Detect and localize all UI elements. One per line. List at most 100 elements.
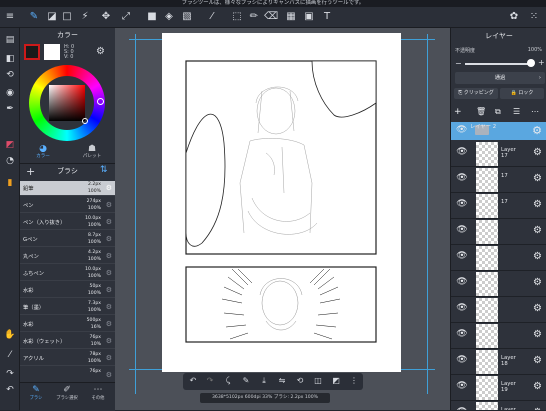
eraser-tool-icon[interactable]: ◪ <box>45 10 59 24</box>
eyedrop-quick-icon[interactable]: ⁄ <box>3 348 17 362</box>
layer-row[interactable]: 👁 ⚙ <box>451 219 546 245</box>
palette-icon[interactable]: ▮ <box>3 176 17 190</box>
transform-icon[interactable]: ⤢ <box>119 10 133 24</box>
gear-icon[interactable]: ⚙ <box>533 329 542 340</box>
opacity-plus-icon[interactable]: + <box>538 58 545 67</box>
gear-icon[interactable]: ⚙ <box>533 303 542 314</box>
brush-item[interactable]: 水彩（ウェット） 76px 10% ⚙ <box>20 334 115 350</box>
lock-button[interactable]: 🔒 ロック <box>500 88 544 99</box>
eye-icon[interactable]: 👁 <box>454 381 470 391</box>
grid-menu-icon[interactable]: ⁙ <box>527 10 541 24</box>
layer-row[interactable]: 👁 17 ⚙ <box>451 167 546 193</box>
menu-icon[interactable]: ≡ <box>3 10 17 24</box>
tab-color[interactable]: ◕ カラー <box>28 144 58 162</box>
magic-wand-icon[interactable]: ⚡ <box>78 10 92 24</box>
brush-item[interactable]: 鉛筆 2.2px 100% ⚙ <box>20 181 115 197</box>
pen-quick-icon[interactable]: ✎ <box>239 374 253 388</box>
brush-quick-icon[interactable]: ⤹ <box>221 374 235 388</box>
gear-icon[interactable]: ⚙ <box>533 355 542 366</box>
hue-wheel[interactable] <box>29 65 105 141</box>
eye-icon[interactable]: 👁 <box>454 277 470 287</box>
brush-tool-icon[interactable]: ✎ <box>27 10 41 24</box>
add-layer-icon[interactable]: + <box>454 107 462 117</box>
save-icon[interactable]: ⤓ <box>257 374 271 388</box>
opacity-minus-icon[interactable]: − <box>455 59 462 68</box>
gear-icon[interactable]: ⚙ <box>533 173 542 184</box>
move-tool-icon[interactable]: ✥ <box>99 10 113 24</box>
clipping-button[interactable]: ⎘ クリッピング <box>454 88 498 99</box>
rotate-icon[interactable]: ⟲ <box>293 374 307 388</box>
foreground-swatch[interactable] <box>24 44 40 60</box>
layer-row[interactable]: 👁 17 ⚙ <box>451 193 546 219</box>
layer-more-icon[interactable]: ⋯ <box>531 107 539 116</box>
redo-icon[interactable]: ↷ <box>3 367 17 381</box>
bucket-icon[interactable]: ◈ <box>162 10 176 24</box>
background-swatch[interactable] <box>44 44 60 60</box>
delete-layer-icon[interactable]: 🗑 <box>476 107 486 116</box>
history-icon[interactable]: ⟲ <box>3 68 17 82</box>
duplicate-layer-icon[interactable]: ⧉ <box>495 107 501 117</box>
redo-button-icon[interactable]: ↷ <box>203 374 217 388</box>
gear-icon[interactable]: ⚙ <box>533 251 542 262</box>
brush-item[interactable]: Gペン 8.7px 100% ⚙ <box>20 232 115 248</box>
tab-palette[interactable]: ☗ パレット <box>72 144 112 162</box>
file-icon[interactable]: ◧ <box>3 52 17 66</box>
undo-icon[interactable]: ↶ <box>3 383 17 397</box>
sv-handle[interactable] <box>82 118 88 124</box>
layer-row[interactable]: 👁 Layer 17 ⚙ <box>451 141 546 167</box>
gear-icon[interactable]: ⚙ <box>533 277 542 288</box>
brush-item[interactable]: ペン（入り抜き） 10.0px 100% ⚙ <box>20 215 115 231</box>
canvas-page[interactable] <box>162 33 401 372</box>
gear-icon[interactable]: ⚙ <box>533 147 542 158</box>
gear-icon[interactable]: ⚙ <box>533 381 542 392</box>
layer-row[interactable]: 👁 ⚙ <box>451 297 546 323</box>
materials-icon[interactable]: ✿ <box>507 10 521 24</box>
brush-item[interactable]: 水彩 500px 16% ⚙ <box>20 317 115 333</box>
eye-icon[interactable]: 👁 <box>454 355 470 365</box>
select-pen-icon[interactable]: ✏ <box>247 10 261 24</box>
layer-row[interactable]: 👁 ⚙ <box>451 323 546 349</box>
tab-other[interactable]: ⋯ その他 <box>84 385 112 401</box>
gear-icon[interactable]: ⚙ <box>106 184 112 192</box>
layer-row[interactable]: 👁 ⚙ <box>451 271 546 297</box>
image-icon[interactable]: ▣ <box>302 10 316 24</box>
flip-icon[interactable]: ⇋ <box>275 374 289 388</box>
snap-icon[interactable]: ◫ <box>311 374 325 388</box>
gear-icon[interactable]: ⚙ <box>106 320 112 328</box>
layer-row[interactable]: 👁 ⚙ <box>451 245 546 271</box>
layer-folder-row[interactable]: 👁 レイヤー 2 ⚙ <box>451 122 546 140</box>
blend-mode-select[interactable]: 通過 › <box>455 72 545 84</box>
gear-icon[interactable]: ⚙ <box>106 235 112 243</box>
gear-icon[interactable]: ⚙ <box>533 199 542 210</box>
hue-handle[interactable] <box>97 98 104 105</box>
eye-icon[interactable]: 👁 <box>456 125 467 135</box>
gear-icon[interactable]: ⚙ <box>106 371 112 379</box>
tab-brush[interactable]: ✎ ブラシ <box>22 385 50 401</box>
brush-item[interactable]: 水彩 50px 100% ⚙ <box>20 283 115 299</box>
eyedropper-icon[interactable]: ⁄ <box>205 10 219 24</box>
circle-icon[interactable]: ◉ <box>3 86 17 100</box>
eye-icon[interactable]: 👁 <box>454 173 470 183</box>
eye-icon[interactable]: 👁 <box>454 225 470 235</box>
gear-icon[interactable]: ⚙ <box>532 124 542 137</box>
gradient-icon[interactable]: ▧ <box>180 10 194 24</box>
layer-row[interactable]: 👁 Layer 18 ⚙ <box>451 349 546 375</box>
fullscreen-icon[interactable]: ◩ <box>329 374 343 388</box>
eye-icon[interactable]: 👁 <box>454 199 470 209</box>
brush-item[interactable]: ペン 274px 100% ⚙ <box>20 198 115 214</box>
tab-brush-select[interactable]: ✐ ブラシ選択 <box>52 385 82 401</box>
text-tool-icon[interactable]: T <box>320 10 334 24</box>
eye-icon[interactable]: 👁 <box>454 303 470 313</box>
gear-icon[interactable]: ⚙ <box>106 252 112 260</box>
opacity-slider-handle[interactable] <box>527 59 535 67</box>
pen-settings-icon[interactable]: ✒ <box>3 102 17 116</box>
sort-brush-icon[interactable]: ⇅ <box>100 165 108 175</box>
sv-square[interactable] <box>49 85 85 121</box>
select-rect-icon[interactable]: □ <box>60 10 74 24</box>
gear-icon[interactable]: ⚙ <box>106 218 112 226</box>
layers-toggle-icon[interactable]: ▤ <box>3 33 17 47</box>
brush-item[interactable]: 76px ⚙ <box>20 368 115 384</box>
grip-icon[interactable]: ⋮ <box>347 374 361 388</box>
eye-icon[interactable]: 👁 <box>454 329 470 339</box>
brush-item[interactable]: 筆（墨） 7.3px 100% ⚙ <box>20 300 115 316</box>
